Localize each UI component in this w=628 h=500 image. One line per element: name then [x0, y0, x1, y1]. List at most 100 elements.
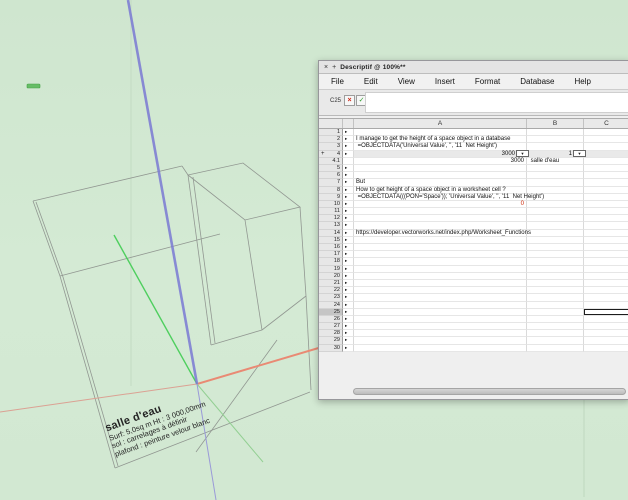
horizontal-scrollbar[interactable] — [353, 388, 626, 395]
row-marker-icon[interactable]: ▸ — [343, 136, 354, 143]
row-header[interactable]: 17 — [319, 251, 343, 258]
row-marker-icon[interactable]: ▸ — [343, 287, 354, 294]
cell-c7[interactable] — [584, 179, 628, 186]
cell-b21[interactable] — [527, 280, 584, 287]
db-header-dropdown[interactable]: ▼ — [573, 150, 586, 157]
row-header[interactable]: 20 — [319, 273, 343, 280]
cell-c29[interactable] — [584, 337, 628, 344]
move-icon[interactable]: + — [332, 64, 336, 71]
row-header[interactable]: 25 — [319, 309, 343, 316]
row-marker-icon[interactable]: ▸ — [343, 345, 354, 352]
row-header[interactable]: 14 — [319, 230, 343, 237]
cell-c2[interactable] — [584, 136, 628, 143]
cell-c25[interactable] — [584, 309, 628, 316]
cell-c16[interactable] — [584, 244, 628, 251]
cell-b30[interactable] — [527, 345, 584, 352]
cell-c14[interactable] — [584, 230, 628, 237]
row-header[interactable]: 10 — [319, 201, 343, 208]
cell-a12[interactable] — [354, 215, 527, 222]
row-header[interactable]: 3 — [319, 143, 343, 150]
corner-header[interactable] — [319, 119, 343, 128]
row-marker-icon[interactable]: ▸ — [343, 143, 354, 150]
row-marker-icon[interactable]: ▸ — [343, 323, 354, 330]
cell-b4.1[interactable]: salle d'eau — [527, 158, 584, 165]
row-header[interactable]: 6 — [319, 172, 343, 179]
cell-b7[interactable] — [527, 179, 584, 186]
cell-a8[interactable]: How to get height of a space object in a… — [354, 187, 527, 194]
cell-a4.1[interactable]: 3000 — [354, 158, 527, 165]
row-marker-icon[interactable]: ▸ — [343, 222, 354, 229]
row-header[interactable]: 11 — [319, 208, 343, 215]
row-marker-icon[interactable]: ▸ — [343, 208, 354, 215]
cell-b17[interactable] — [527, 251, 584, 258]
cell-c21[interactable] — [584, 280, 628, 287]
row-header[interactable]: 26 — [319, 316, 343, 323]
formula-cancel-button[interactable]: × — [344, 95, 355, 106]
column-header-a[interactable]: A — [354, 119, 527, 128]
cell-c9[interactable] — [584, 194, 628, 201]
cell-b28[interactable] — [527, 330, 584, 337]
row-header[interactable]: 29 — [319, 337, 343, 344]
cell-a9[interactable]: =OBJECTDATA(((PON='Space')); 'Universal … — [354, 194, 527, 201]
cell-a21[interactable] — [354, 280, 527, 287]
row-header[interactable]: 28 — [319, 330, 343, 337]
cell-a15[interactable] — [354, 237, 527, 244]
cell-b10[interactable] — [527, 201, 584, 208]
row-marker-icon[interactable]: ▸ — [343, 251, 354, 258]
cell-c28[interactable] — [584, 330, 628, 337]
cell-b15[interactable] — [527, 237, 584, 244]
cell-c18[interactable] — [584, 258, 628, 265]
menu-item-format[interactable]: Format — [475, 77, 500, 86]
cell-a7[interactable]: But — [354, 179, 527, 186]
cell-a18[interactable] — [354, 258, 527, 265]
cell-a24[interactable] — [354, 302, 527, 309]
cell-c19[interactable] — [584, 266, 628, 273]
cell-c8[interactable] — [584, 187, 628, 194]
row-marker-icon[interactable]: ▸ — [343, 215, 354, 222]
cell-c1[interactable] — [584, 129, 628, 136]
row-header[interactable]: 8 — [319, 187, 343, 194]
db-expand-icon[interactable]: + — [321, 151, 325, 157]
cell-c23[interactable] — [584, 294, 628, 301]
cell-a17[interactable] — [354, 251, 527, 258]
row-marker-icon[interactable]: ▸ — [343, 201, 354, 208]
cell-c4[interactable] — [584, 151, 628, 158]
cell-c30[interactable] — [584, 345, 628, 352]
cell-a3[interactable]: =OBJECTDATA('Universal Value', '', '11 N… — [354, 143, 527, 150]
row-marker-icon[interactable]: ▸ — [343, 237, 354, 244]
menu-item-help[interactable]: Help — [575, 77, 591, 86]
row-header[interactable]: 2 — [319, 136, 343, 143]
row-header[interactable]: 16 — [319, 244, 343, 251]
row-marker-icon[interactable]: ▸ — [343, 316, 354, 323]
menu-item-view[interactable]: View — [398, 77, 415, 86]
cell-b5[interactable] — [527, 165, 584, 172]
cell-b8[interactable] — [527, 187, 584, 194]
row-marker-icon[interactable]: ▸ — [343, 330, 354, 337]
row-marker-icon[interactable]: ▸ — [343, 266, 354, 273]
cell-b26[interactable] — [527, 316, 584, 323]
row-marker-icon[interactable]: ▸ — [343, 302, 354, 309]
cell-b1[interactable] — [527, 129, 584, 136]
cell-a25[interactable] — [354, 309, 527, 316]
row-marker-icon[interactable]: ▸ — [343, 187, 354, 194]
cell-c6[interactable] — [584, 172, 628, 179]
row-marker-icon[interactable]: ▸ — [343, 244, 354, 251]
cell-c24[interactable] — [584, 302, 628, 309]
row-header[interactable]: 7 — [319, 179, 343, 186]
row-header[interactable]: 1 — [319, 129, 343, 136]
cell-a19[interactable] — [354, 266, 527, 273]
cell-a1[interactable] — [354, 129, 527, 136]
row-header[interactable]: 19 — [319, 266, 343, 273]
row-header[interactable]: 15 — [319, 237, 343, 244]
row-marker-icon[interactable]: ▸ — [343, 309, 354, 316]
cell-b11[interactable] — [527, 208, 584, 215]
cell-c22[interactable] — [584, 287, 628, 294]
cell-b20[interactable] — [527, 273, 584, 280]
row-marker-icon[interactable]: ▸ — [343, 194, 354, 201]
row-marker-icon[interactable]: ▸ — [343, 165, 354, 172]
cell-c4.1[interactable] — [584, 158, 628, 165]
row-header[interactable]: 24 — [319, 302, 343, 309]
row-header[interactable]: 12 — [319, 215, 343, 222]
row-marker-icon[interactable]: ▸ — [343, 129, 354, 136]
cell-b16[interactable] — [527, 244, 584, 251]
